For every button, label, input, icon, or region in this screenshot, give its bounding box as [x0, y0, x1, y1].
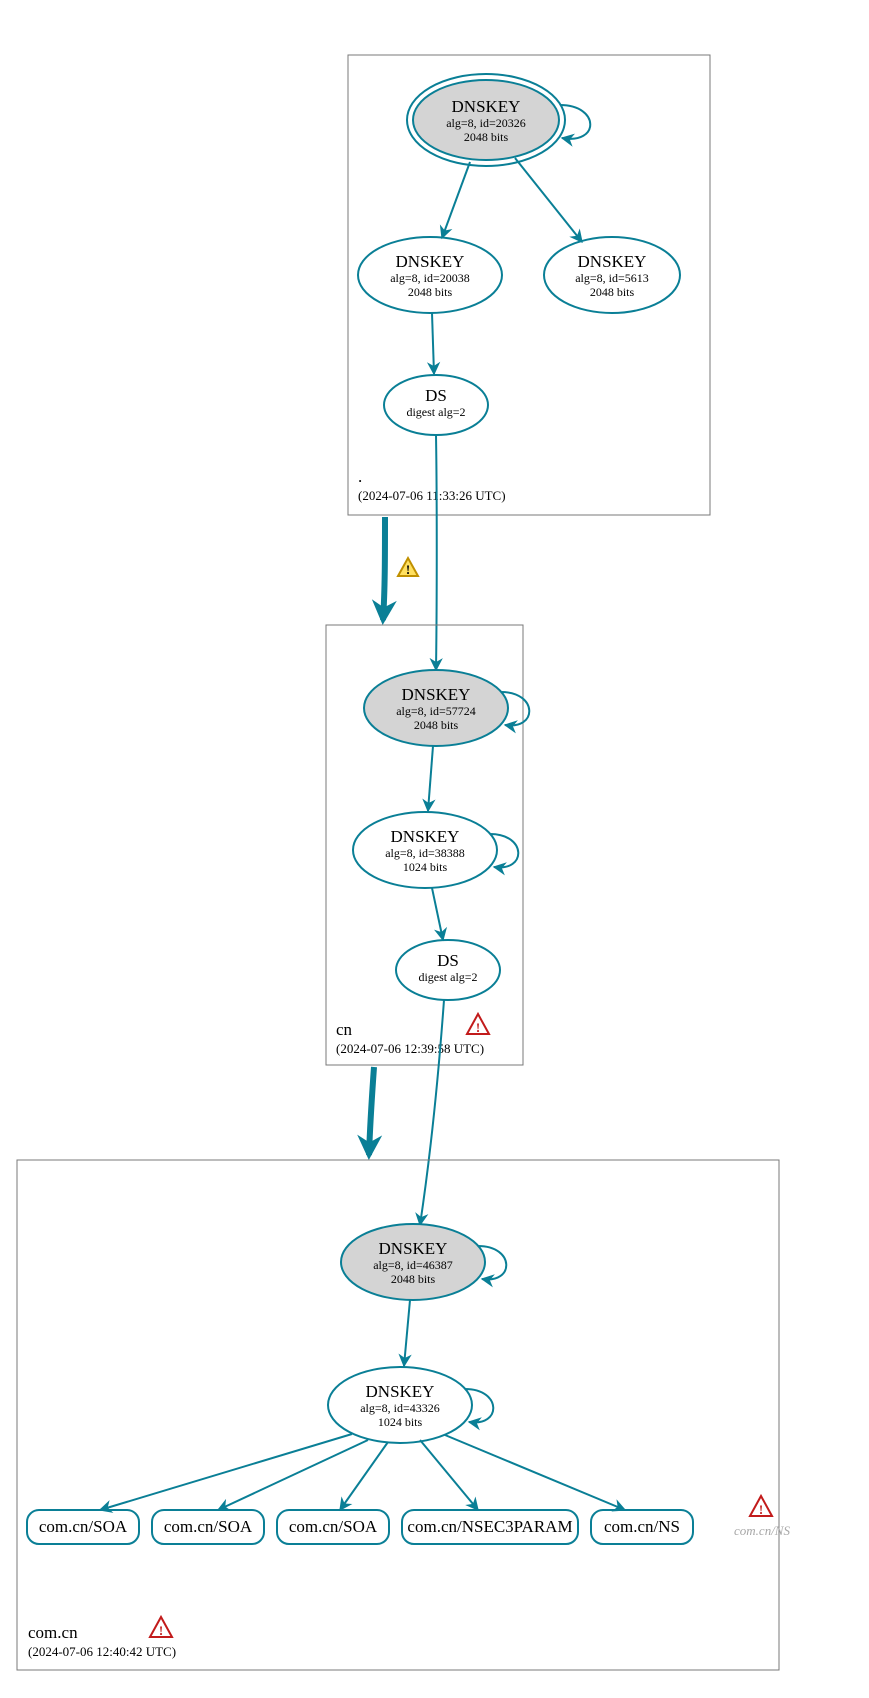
svg-text:alg=8, id=5613: alg=8, id=5613: [575, 271, 649, 285]
node-cn-ksk[interactable]: DNSKEY alg=8, id=57724 2048 bits: [364, 670, 508, 746]
svg-text:!: !: [759, 1502, 763, 1517]
zone-timestamp-cn: (2024-07-06 12:39:58 UTC): [336, 1041, 484, 1056]
edge-comcn-ksk-to-zsk: [404, 1300, 410, 1366]
node-comcn-ksk[interactable]: DNSKEY alg=8, id=46387 2048 bits: [341, 1224, 485, 1300]
dnssec-graph: . (2024-07-06 11:33:26 UTC) DNSKEY alg=8…: [0, 0, 869, 1698]
svg-text:2048 bits: 2048 bits: [408, 285, 453, 299]
edge-cn-zsk-to-ds: [432, 888, 443, 940]
node-comcn-zsk[interactable]: DNSKEY alg=8, id=43326 1024 bits: [328, 1367, 472, 1443]
rrset-nsec3param[interactable]: com.cn/NSEC3PARAM: [402, 1510, 578, 1544]
svg-text:2048 bits: 2048 bits: [464, 130, 509, 144]
edge-cn-ds-to-comcn-ksk: [420, 1000, 444, 1225]
node-root-ksk[interactable]: DNSKEY alg=8, id=20326 2048 bits: [407, 74, 565, 166]
edge-root-zsk-to-ds: [432, 313, 434, 374]
edge-zsk-to-nsec3: [420, 1440, 478, 1510]
svg-text:alg=8, id=57724: alg=8, id=57724: [396, 704, 476, 718]
svg-text:com.cn/SOA: com.cn/SOA: [164, 1517, 253, 1536]
svg-text:DNSKEY: DNSKEY: [396, 252, 465, 271]
edge-cn-ksk-to-zsk: [428, 746, 433, 811]
svg-text:1024 bits: 1024 bits: [378, 1415, 423, 1429]
edge-delegation-cn-to-comcn: [369, 1067, 374, 1155]
svg-text:com.cn/NSEC3PARAM: com.cn/NSEC3PARAM: [407, 1517, 572, 1536]
svg-text:1024 bits: 1024 bits: [403, 860, 448, 874]
edge-delegation-root-to-cn: [383, 517, 385, 620]
rrset-soa2[interactable]: com.cn/SOA: [152, 1510, 264, 1544]
svg-text:alg=8, id=20326: alg=8, id=20326: [446, 116, 526, 130]
svg-text:!: !: [476, 1020, 480, 1035]
zone-timestamp-comcn: (2024-07-06 12:40:42 UTC): [28, 1644, 176, 1659]
edge-zsk-to-ns: [445, 1435, 625, 1510]
svg-text:com.cn/SOA: com.cn/SOA: [289, 1517, 378, 1536]
svg-text:alg=8, id=43326: alg=8, id=43326: [360, 1401, 440, 1415]
edge-root-ksk-to-zsk2: [515, 158, 582, 242]
svg-text:alg=8, id=20038: alg=8, id=20038: [390, 271, 470, 285]
error-icon[interactable]: !: [750, 1496, 772, 1517]
svg-text:!: !: [406, 562, 410, 577]
zone-timestamp-root: (2024-07-06 11:33:26 UTC): [358, 488, 506, 503]
node-cn-ds[interactable]: DS digest alg=2: [396, 940, 500, 1000]
faded-ns-label: com.cn/NS: [734, 1523, 790, 1538]
svg-text:2048 bits: 2048 bits: [414, 718, 459, 732]
error-icon[interactable]: !: [150, 1617, 172, 1638]
node-root-zsk[interactable]: DNSKEY alg=8, id=20038 2048 bits: [358, 237, 502, 313]
svg-text:DNSKEY: DNSKEY: [402, 685, 471, 704]
svg-text:alg=8, id=38388: alg=8, id=38388: [385, 846, 465, 860]
node-cn-zsk[interactable]: DNSKEY alg=8, id=38388 1024 bits: [353, 812, 497, 888]
svg-text:com.cn/NS: com.cn/NS: [604, 1517, 680, 1536]
error-icon[interactable]: !: [467, 1014, 489, 1035]
svg-text:DNSKEY: DNSKEY: [391, 827, 460, 846]
node-root-ds[interactable]: DS digest alg=2: [384, 375, 488, 435]
svg-text:2048 bits: 2048 bits: [391, 1272, 436, 1286]
zone-label-root: .: [358, 467, 362, 486]
svg-text:DS: DS: [437, 951, 459, 970]
svg-text:DNSKEY: DNSKEY: [578, 252, 647, 271]
svg-text:DNSKEY: DNSKEY: [366, 1382, 435, 1401]
warning-icon[interactable]: !: [398, 558, 418, 577]
edge-zsk-to-soa2: [218, 1440, 368, 1510]
svg-text:DNSKEY: DNSKEY: [379, 1239, 448, 1258]
svg-text:alg=8, id=46387: alg=8, id=46387: [373, 1258, 453, 1272]
edge-zsk-to-soa1: [100, 1434, 352, 1510]
rrset-soa3[interactable]: com.cn/SOA: [277, 1510, 389, 1544]
node-root-zsk2[interactable]: DNSKEY alg=8, id=5613 2048 bits: [544, 237, 680, 313]
zone-label-cn: cn: [336, 1020, 353, 1039]
edge-root-ds-to-cn-ksk: [436, 435, 437, 670]
svg-text:2048 bits: 2048 bits: [590, 285, 635, 299]
zone-label-comcn: com.cn: [28, 1623, 78, 1642]
svg-text:!: !: [159, 1623, 163, 1638]
svg-text:DS: DS: [425, 386, 447, 405]
svg-text:DNSKEY: DNSKEY: [452, 97, 521, 116]
svg-text:digest alg=2: digest alg=2: [418, 970, 477, 984]
edge-root-ksk-to-zsk: [442, 162, 470, 238]
edge-zsk-to-soa3: [340, 1442, 388, 1510]
rrset-soa1[interactable]: com.cn/SOA: [27, 1510, 139, 1544]
rrset-ns[interactable]: com.cn/NS: [591, 1510, 693, 1544]
svg-text:com.cn/SOA: com.cn/SOA: [39, 1517, 128, 1536]
svg-text:digest alg=2: digest alg=2: [406, 405, 465, 419]
